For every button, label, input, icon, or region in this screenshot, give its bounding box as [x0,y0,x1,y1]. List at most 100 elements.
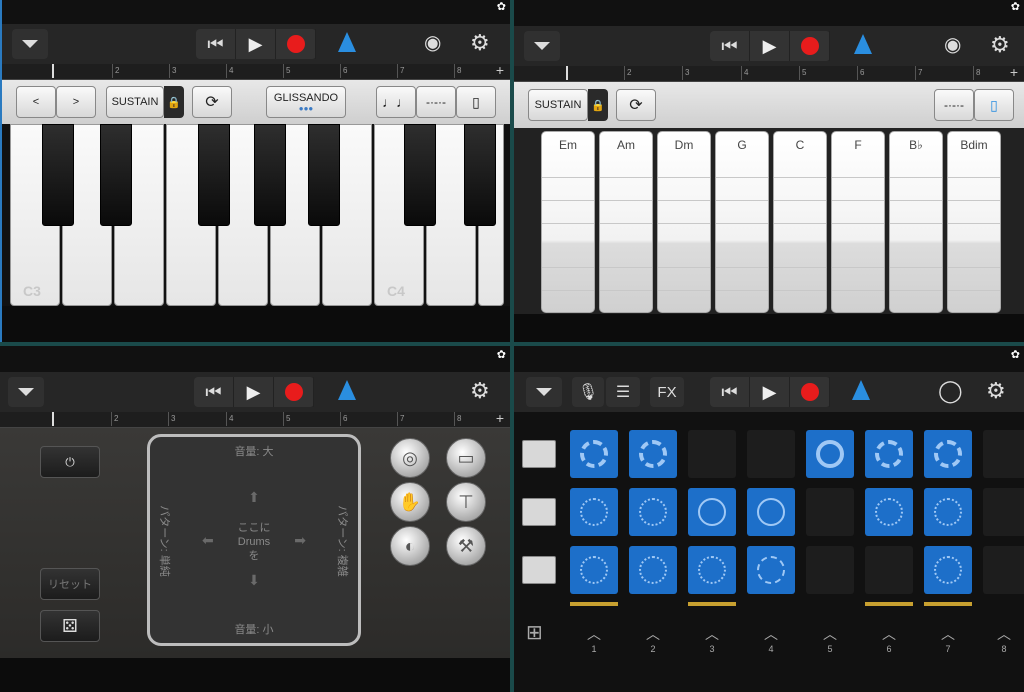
black-key[interactable] [198,124,230,226]
metronome-icon[interactable] [852,380,870,400]
black-key[interactable] [464,124,496,226]
mic-icon[interactable]: 🎙 [572,377,604,407]
drum-xy-pad[interactable]: 音量: 大 音量: 小 パターン: 単純 パターン: 複雑 ⬆ ⬇ ⬅ ➡ ここ… [147,434,361,646]
loop-cell[interactable] [629,488,677,536]
fx-button[interactable]: FX [650,377,684,407]
loop-cell[interactable] [983,430,1024,478]
hammer-icon[interactable]: ⚒ [446,526,486,566]
timeline-ruler[interactable]: 2 3 4 5 6 7 8 + [0,410,510,428]
loop-cell[interactable] [747,430,795,478]
column-trigger[interactable]: ︿ 3 [692,624,732,654]
arpeggiator-button[interactable]: -·-·- [934,89,974,121]
tuner-icon[interactable]: ◉ [424,30,441,56]
loop-cell[interactable] [924,488,972,536]
play-button[interactable]: ▶ [236,29,276,59]
snare-drum-icon[interactable]: ▭ [446,438,486,478]
add-section-icon[interactable]: + [1010,64,1018,80]
gear-icon[interactable]: ⚙ [470,378,490,404]
autoplay-button[interactable]: ⟳ [616,89,656,121]
column-trigger[interactable]: ︿ 6 [869,624,909,654]
loop-cell[interactable] [924,430,972,478]
sustain-button[interactable]: SUSTAIN [106,86,164,118]
power-button[interactable]: ⏻ [40,446,100,478]
chord-strip[interactable]: Dm [657,131,711,313]
black-key[interactable] [42,124,74,226]
menu-button[interactable] [524,31,560,61]
black-key[interactable] [254,124,286,226]
tuner-icon[interactable]: ◉ [944,32,961,58]
gear-icon[interactable]: ⚙ [470,30,490,56]
reset-button[interactable]: リセット [40,568,100,600]
chord-strip[interactable]: G [715,131,769,313]
loop-cell[interactable] [570,488,618,536]
playhead[interactable] [52,412,58,426]
column-trigger[interactable]: ︿ 5 [810,624,850,654]
dice-button[interactable]: ⚄ [40,610,100,642]
black-key[interactable] [100,124,132,226]
tracks-icon[interactable]: ☰ [606,377,640,407]
loop-cell[interactable] [983,546,1024,594]
loop-cell[interactable] [983,488,1024,536]
track-drum-machine-icon[interactable] [522,440,556,468]
playhead[interactable] [566,66,572,80]
column-trigger[interactable]: ︿ 2 [633,624,673,654]
gear-icon[interactable]: ⚙ [986,378,1006,404]
rewind-button[interactable]: ⏮ [194,377,234,407]
arpeggiator-button[interactable]: ⟳ [192,86,232,118]
loop-cell[interactable] [688,488,736,536]
loop-cell[interactable] [806,488,854,536]
play-button[interactable]: ▶ [234,377,274,407]
black-key[interactable] [404,124,436,226]
scale-button[interactable]: ♩♩ [376,86,416,118]
clap-icon[interactable]: ✋ [390,482,430,522]
record-button[interactable] [790,31,830,61]
loop-cell[interactable] [865,546,913,594]
metronome-icon[interactable] [338,380,356,400]
loop-cell[interactable] [806,546,854,594]
column-trigger[interactable]: ︿ 1 [574,624,614,654]
loop-cell[interactable] [865,488,913,536]
key-layout-button[interactable]: -·-·- [416,86,456,118]
hihat-icon[interactable]: ⊤ [446,482,486,522]
loop-browser-icon[interactable]: ◯ [938,378,963,404]
chord-strip[interactable]: Bdim [947,131,1001,313]
play-button[interactable]: ▶ [750,377,790,407]
timeline-ruler[interactable]: 2 3 4 5 6 7 8 + [514,64,1024,82]
menu-button[interactable] [12,29,48,59]
velocity-button[interactable]: ▯ [456,86,496,118]
menu-button[interactable] [526,377,562,407]
chord-strip[interactable]: Em [541,131,595,313]
column-trigger[interactable]: ︿ 7 [928,624,968,654]
record-button[interactable] [274,377,314,407]
chord-strip[interactable]: C [773,131,827,313]
loop-cell[interactable] [865,430,913,478]
octave-up-button[interactable]: > [56,86,96,118]
record-button[interactable] [276,29,316,59]
metronome-icon[interactable] [854,34,872,54]
add-section-icon[interactable]: + [496,62,504,78]
sustain-button[interactable]: SUSTAIN [528,89,588,121]
menu-button[interactable] [8,377,44,407]
play-button[interactable]: ▶ [750,31,790,61]
record-button[interactable] [790,377,830,407]
metronome-icon[interactable] [338,32,356,52]
chord-strip[interactable]: F [831,131,885,313]
octave-down-button[interactable]: < [16,86,56,118]
loop-cell[interactable] [924,546,972,594]
chord-strip[interactable]: Am [599,131,653,313]
velocity-button[interactable]: ▯ [974,89,1014,121]
rewind-button[interactable]: ⏮ [710,377,750,407]
loop-cell[interactable] [688,430,736,478]
sustain-lock-icon[interactable]: 🔒 [588,89,608,121]
loop-cell[interactable] [570,546,618,594]
gear-icon[interactable]: ⚙ [990,32,1010,58]
loop-cell[interactable] [747,546,795,594]
glissando-button[interactable]: GLISSANDO ●●● [266,86,346,118]
loop-cell[interactable] [747,488,795,536]
loop-cell[interactable] [629,546,677,594]
kick-drum-icon[interactable]: ◎ [390,438,430,478]
rewind-button[interactable]: ⏮ [710,31,750,61]
column-trigger[interactable]: ︿ 8 [984,624,1024,654]
loop-cell[interactable] [570,430,618,478]
column-trigger[interactable]: ︿ 4 [751,624,791,654]
